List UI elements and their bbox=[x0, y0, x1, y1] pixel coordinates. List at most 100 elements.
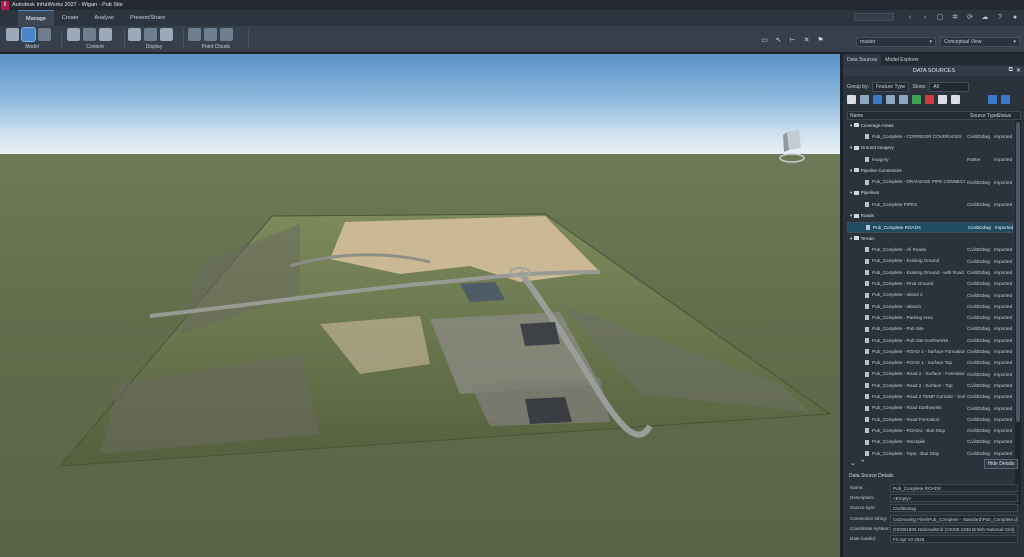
list-item[interactable]: Pub_Complete - Road 2 - Surface - Format… bbox=[847, 369, 1013, 380]
tab-manage[interactable]: Manage bbox=[18, 10, 54, 26]
group-row[interactable]: ▾ Roads bbox=[847, 210, 1013, 221]
delete-icon[interactable] bbox=[925, 95, 934, 104]
list-item[interactable]: Pub_Complete - Road 2 - Surface - Top Civ… bbox=[847, 380, 1013, 391]
list-item[interactable]: Pub_Complete - CORRIDOR COVERAGES Civil3D… bbox=[847, 131, 1013, 142]
view-monitor-icon[interactable]: ▭ bbox=[760, 36, 769, 45]
list-item[interactable]: Pub_Complete - Topo - Bus Stop Civil3Ddwg… bbox=[847, 448, 1013, 459]
connect-icon[interactable] bbox=[988, 95, 997, 104]
surface-layers-icon[interactable] bbox=[128, 28, 141, 41]
layers-icon[interactable] bbox=[67, 28, 80, 41]
measure-icon[interactable]: ⊢ bbox=[788, 36, 797, 45]
table-icon[interactable] bbox=[83, 28, 96, 41]
detail-value-field[interactable]: OSGB1936.NationalGrid (OSGB 1936 British… bbox=[890, 524, 1018, 533]
column-status[interactable]: Status bbox=[997, 113, 1011, 119]
settings-gear-icon[interactable]: ✲ bbox=[950, 12, 960, 22]
help-icon[interactable]: ? bbox=[995, 12, 1005, 22]
tab-present-share[interactable]: Present/Share bbox=[122, 10, 173, 26]
list-item[interactable]: Pub_Complete ROADS Civil3Ddwg Imported bbox=[847, 221, 1013, 233]
detail-value-field[interactable]: Pub_Complete ROADS bbox=[890, 484, 1018, 492]
hide-details-button[interactable]: Hide Details bbox=[984, 459, 1018, 469]
list-item[interactable]: Pub_Complete - Island 2 Civil3Ddwg Importe… bbox=[847, 290, 1013, 301]
save-icon[interactable] bbox=[938, 95, 947, 104]
group-row[interactable]: ▾ Pipelines bbox=[847, 188, 1013, 199]
display-group-label[interactable]: Display bbox=[128, 44, 180, 50]
list-item[interactable]: Imagery Raster Imported bbox=[847, 154, 1013, 165]
forward-icon[interactable]: › bbox=[920, 12, 930, 22]
new-data-source-icon[interactable] bbox=[847, 95, 856, 104]
list-item[interactable]: Pub_Complete - Parking Area Civil3Ddwg Imp… bbox=[847, 312, 1013, 323]
user-icon[interactable]: ● bbox=[1010, 12, 1020, 22]
back-icon[interactable]: ‹ bbox=[905, 12, 915, 22]
scrollbar-thumb[interactable] bbox=[1016, 122, 1020, 422]
select-arrow-icon[interactable]: ↖ bbox=[774, 36, 783, 45]
list-item[interactable]: Pub_Complete - Pub Site Earthworks Civil3… bbox=[847, 335, 1013, 346]
display-settings-icon[interactable] bbox=[160, 28, 173, 41]
list-item[interactable]: Pub_Complete - Existing Ground - with Ro… bbox=[847, 267, 1013, 278]
point-clouds-group-label[interactable]: Point Clouds bbox=[188, 44, 244, 50]
sync-icon[interactable]: ⟳ bbox=[965, 12, 975, 22]
share-icon[interactable] bbox=[1001, 95, 1010, 104]
detail-value-field[interactable]: <Empty> bbox=[890, 494, 1018, 503]
list-item[interactable]: Pub_Complete - Road 2 TEMP Corridor - Su… bbox=[847, 391, 1013, 402]
style-palette-icon[interactable] bbox=[99, 28, 112, 41]
data-sources-icon[interactable] bbox=[21, 27, 36, 42]
search-input[interactable] bbox=[854, 13, 894, 21]
group-row[interactable]: ▾ Terrain bbox=[847, 233, 1013, 244]
terrain-icon[interactable] bbox=[144, 28, 157, 41]
detail-value-field[interactable]: Fri Apr 10 2026 bbox=[890, 535, 1018, 543]
show-select[interactable]: All bbox=[929, 82, 970, 92]
model-explorer-icon[interactable] bbox=[38, 28, 51, 41]
configure-icon[interactable] bbox=[886, 95, 895, 104]
tab-data-sources[interactable]: Data Sources bbox=[843, 54, 882, 65]
column-source-type[interactable]: Source Type bbox=[970, 113, 998, 119]
app-logo-icon[interactable]: I bbox=[1, 0, 9, 10]
model-properties-icon[interactable] bbox=[6, 28, 19, 41]
expand-all-icon[interactable]: ⌄ bbox=[850, 460, 860, 467]
tab-analyse[interactable]: Analyse bbox=[86, 10, 122, 26]
list-item[interactable]: Pub_Complete - Road Formation Civil3Ddwg I… bbox=[847, 414, 1013, 425]
scrollbar[interactable] bbox=[1015, 120, 1021, 504]
model-group-label[interactable]: Model bbox=[6, 44, 58, 50]
terrain-model[interactable] bbox=[0, 54, 840, 557]
content-group-label[interactable]: Content bbox=[67, 44, 123, 50]
visual-style-dropdown[interactable]: Conceptual View ▾ bbox=[940, 37, 1020, 47]
list-item[interactable]: Pub_Complete - Stockpile Civil3Ddwg Import… bbox=[847, 436, 1013, 447]
group-row[interactable]: ▾ Coverage Areas bbox=[847, 120, 1013, 131]
list-item[interactable]: Pub_Complete - Existing Ground Civil3Ddwg… bbox=[847, 256, 1013, 267]
list-item[interactable]: Pub_Complete - Pub Site Civil3Ddwg Importe… bbox=[847, 323, 1013, 334]
list-item[interactable]: Pub_Complete - Final Ground Civil3Ddwg Imp… bbox=[847, 278, 1013, 289]
tools-icon[interactable]: ✕ bbox=[802, 36, 811, 45]
tab-model-explorer[interactable]: Model Explorer bbox=[881, 54, 923, 65]
point-cloud-terrain-icon[interactable] bbox=[204, 28, 217, 41]
detail-value-field[interactable]: \ocDrawing Files\Pub_Complete - Standard… bbox=[890, 514, 1018, 523]
flag-icon[interactable]: ⚑ bbox=[816, 36, 825, 45]
list-item[interactable]: Pub_Complete - ROAD 1 - Surface Formatio… bbox=[847, 346, 1013, 357]
group-row[interactable]: ▾ Pipeline Connectors bbox=[847, 165, 1013, 176]
point-cloud-icon[interactable] bbox=[188, 28, 201, 41]
column-name[interactable]: Name bbox=[850, 113, 863, 119]
export-icon[interactable] bbox=[951, 95, 960, 104]
close-icon[interactable]: ✕ bbox=[1016, 67, 1021, 74]
list-item[interactable]: Pub_Complete - ROAD 1 - Surface Top Civil… bbox=[847, 357, 1013, 368]
tab-create[interactable]: Create bbox=[54, 10, 87, 26]
view-cube-icon[interactable] bbox=[779, 130, 805, 166]
list-item[interactable]: Pub_Complete PIPES Civil3Ddwg Imported bbox=[847, 199, 1013, 210]
refresh-icon[interactable] bbox=[912, 95, 921, 104]
list-item[interactable]: Pub_Complete - All Roads Civil3Ddwg Import… bbox=[847, 244, 1013, 255]
detail-value-field[interactable]: Civil3Ddwg bbox=[890, 504, 1018, 513]
restore-icon[interactable]: ⧉ bbox=[1009, 67, 1013, 74]
proposal-dropdown[interactable]: master ▾ bbox=[856, 37, 936, 47]
database-icon[interactable] bbox=[873, 95, 882, 104]
list-item[interactable]: Pub_Complete - Road Earthworks Civil3Ddwg… bbox=[847, 403, 1013, 414]
list-item[interactable]: Pub_Complete - ROAD1 - Bus Stop Civil3Ddw… bbox=[847, 425, 1013, 436]
group-row[interactable]: ▾ Ground Imagery bbox=[847, 143, 1013, 154]
window-icon[interactable]: ▢ bbox=[935, 12, 945, 22]
3d-viewport[interactable] bbox=[0, 54, 840, 557]
list-item[interactable]: Pub_Complete - Island1 Civil3Ddwg Imported bbox=[847, 301, 1013, 312]
group-by-select[interactable]: Feature Type bbox=[871, 82, 910, 92]
cloud-icon[interactable]: ☁ bbox=[980, 12, 990, 22]
collapse-all-icon[interactable]: ⌃ bbox=[860, 460, 870, 467]
list-item[interactable]: Pub_Complete - DRAINAGE PIPE CONNECTOR Ci… bbox=[847, 177, 1013, 188]
point-cloud-edit-icon[interactable] bbox=[220, 28, 233, 41]
import-icon[interactable] bbox=[860, 95, 869, 104]
